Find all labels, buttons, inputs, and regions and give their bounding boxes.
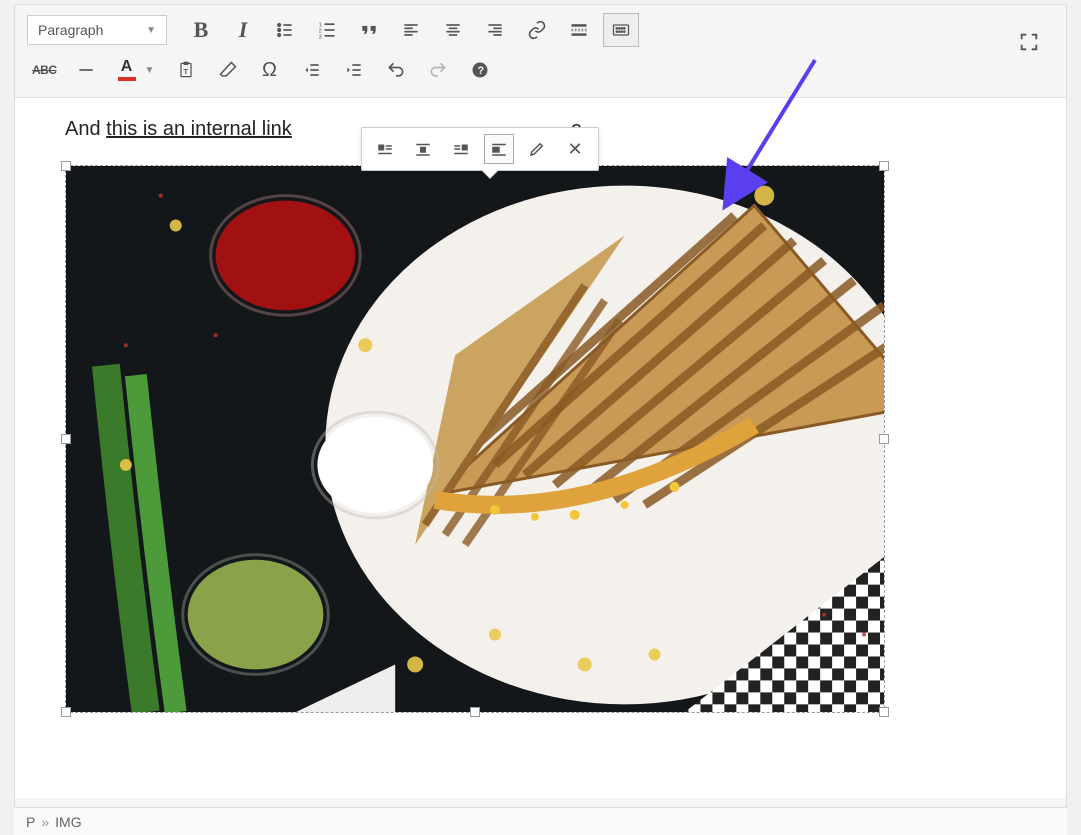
- hr-icon: [76, 60, 96, 80]
- main-toolbar: Paragraph ▼ B I 123: [15, 5, 1066, 98]
- status-path-sep: »: [41, 814, 49, 830]
- format-dropdown-label: Paragraph: [38, 22, 103, 38]
- svg-text:?: ?: [477, 65, 484, 77]
- numbered-list-button[interactable]: 123: [309, 13, 345, 47]
- text-color-caret[interactable]: ▼: [141, 55, 159, 85]
- align-center-icon: [443, 20, 463, 40]
- image-align-center-icon: [414, 140, 432, 158]
- svg-text:T: T: [183, 67, 188, 76]
- status-path-p[interactable]: P: [26, 814, 35, 830]
- redo-icon: [428, 60, 448, 80]
- image-align-left-button[interactable]: [370, 134, 400, 164]
- strikethrough-button[interactable]: ABC: [27, 53, 62, 87]
- toolbar-row-1: Paragraph ▼ B I 123: [27, 13, 1054, 47]
- clear-formatting-button[interactable]: [210, 53, 246, 87]
- caret-down-icon: ▼: [146, 25, 156, 36]
- pencil-icon: [528, 140, 546, 158]
- indent-icon: [344, 60, 364, 80]
- help-button[interactable]: ?: [462, 53, 498, 87]
- status-bar: P » IMG: [14, 807, 1067, 835]
- fullscreen-button[interactable]: [1014, 27, 1044, 57]
- image-align-none-button[interactable]: [484, 134, 514, 164]
- insert-more-button[interactable]: [561, 13, 597, 47]
- status-path-img[interactable]: IMG: [55, 814, 81, 830]
- close-icon: ✕: [567, 139, 582, 160]
- resize-handle-tl[interactable]: [61, 161, 71, 171]
- keyboard-icon: [611, 20, 631, 40]
- align-right-icon: [485, 20, 505, 40]
- text-color-icon: A: [113, 55, 141, 85]
- editor-container: Paragraph ▼ B I 123: [14, 4, 1067, 835]
- svg-text:3: 3: [319, 34, 322, 40]
- horizontal-rule-button[interactable]: [68, 53, 104, 87]
- redo-button[interactable]: [420, 53, 456, 87]
- resize-handle-mb[interactable]: [470, 707, 480, 717]
- resize-handle-mr[interactable]: [879, 434, 889, 444]
- format-dropdown[interactable]: Paragraph ▼: [27, 15, 167, 45]
- undo-icon: [386, 60, 406, 80]
- image-remove-button[interactable]: ✕: [560, 134, 590, 164]
- strikethrough-icon: ABC: [28, 63, 61, 77]
- blockquote-button[interactable]: [351, 13, 387, 47]
- italic-button[interactable]: I: [225, 13, 261, 47]
- quote-icon: [359, 20, 379, 40]
- link-icon: [527, 20, 547, 40]
- special-character-button[interactable]: Ω: [252, 53, 288, 87]
- resize-handle-br[interactable]: [879, 707, 889, 717]
- toolbar-toggle-button[interactable]: [603, 13, 639, 47]
- resize-handle-ml[interactable]: [61, 434, 71, 444]
- editor-content[interactable]: And this is an internal link hidden spac…: [15, 98, 1066, 798]
- numbered-list-icon: 123: [317, 20, 337, 40]
- align-left-button[interactable]: [393, 13, 429, 47]
- clipboard-t-icon: T: [176, 60, 196, 80]
- bullet-list-icon: [275, 20, 295, 40]
- image-inline-toolbar: ✕: [361, 127, 599, 171]
- text-color-button[interactable]: A ▼: [110, 53, 162, 87]
- outdent-button[interactable]: [294, 53, 330, 87]
- eraser-icon: [218, 60, 238, 80]
- outdent-icon: [302, 60, 322, 80]
- selected-image[interactable]: [65, 165, 885, 713]
- image-align-center-button[interactable]: [408, 134, 438, 164]
- insert-more-icon: [569, 20, 589, 40]
- image-align-right-icon: [452, 140, 470, 158]
- align-right-button[interactable]: [477, 13, 513, 47]
- text-color-bar: [118, 77, 136, 81]
- toolbar-row-2: ABC A ▼ T Ω: [27, 53, 1054, 87]
- image-edit-button[interactable]: [522, 134, 552, 164]
- align-left-icon: [401, 20, 421, 40]
- image-align-right-button[interactable]: [446, 134, 476, 164]
- bold-button[interactable]: B: [183, 13, 219, 47]
- undo-button[interactable]: [378, 53, 414, 87]
- image-align-none-icon: [490, 140, 508, 158]
- text-prefix: And: [65, 118, 106, 140]
- insert-link-button[interactable]: [519, 13, 555, 47]
- indent-button[interactable]: [336, 53, 372, 87]
- paste-as-text-button[interactable]: T: [168, 53, 204, 87]
- internal-link[interactable]: this is an internal link: [106, 118, 292, 140]
- resize-handle-bl[interactable]: [61, 707, 71, 717]
- help-icon: ?: [470, 60, 490, 80]
- image-align-left-icon: [376, 140, 394, 158]
- image-content: [66, 166, 884, 712]
- bullet-list-button[interactable]: [267, 13, 303, 47]
- fullscreen-icon: [1018, 31, 1040, 53]
- resize-handle-tr[interactable]: [879, 161, 889, 171]
- align-center-button[interactable]: [435, 13, 471, 47]
